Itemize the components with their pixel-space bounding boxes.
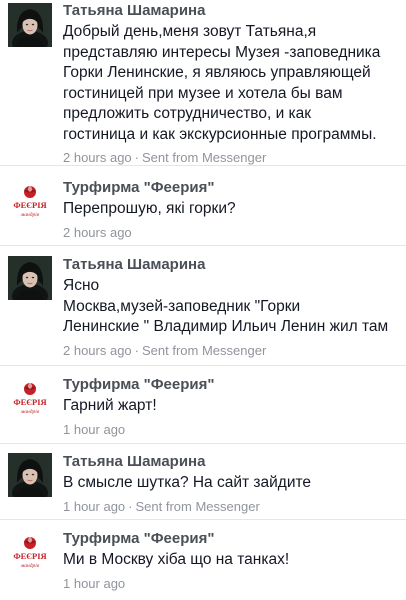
- message-meta: 1 hour ago · Sent from Messenger: [63, 499, 400, 515]
- timestamp[interactable]: 1 hour ago: [63, 422, 125, 437]
- sender-avatar[interactable]: ФЕЄРІЯ мандрів: [8, 378, 52, 422]
- message-line: гостиницей при музее и хотела бы вам: [63, 84, 343, 102]
- timestamp[interactable]: 2 hours ago: [63, 225, 132, 240]
- feeria-logo-icon: ФЕЄРІЯ мандрів: [8, 181, 52, 225]
- timestamp[interactable]: 1 hour ago: [63, 576, 125, 591]
- sent-source: Sent from Messenger: [142, 342, 267, 358]
- sender-avatar[interactable]: [8, 3, 52, 47]
- logo-subtext: мандрів: [20, 408, 40, 415]
- message-line: гостиница и как экскурсионные программы.: [63, 125, 377, 143]
- message-item: Татьяна Шамарина В смысле шутка? На сайт…: [0, 444, 406, 520]
- message-line: Перепрошую, які горки?: [63, 200, 236, 217]
- timestamp[interactable]: 2 hours ago: [63, 343, 132, 358]
- sender-name[interactable]: Турфирма "Феерия": [63, 179, 400, 197]
- message-text: Добрый день,меня зовут Татьяна,я предста…: [63, 22, 400, 145]
- sender-avatar[interactable]: ФЕЄРІЯ мандрів: [8, 181, 52, 225]
- message-text: Ясно Москва,музей-заповедник "Горки Лени…: [63, 276, 400, 338]
- message-text: Гарний жарт!: [63, 396, 400, 417]
- timestamp[interactable]: 1 hour ago: [63, 499, 125, 514]
- logo-text: ФЕЄРІЯ: [13, 200, 46, 210]
- message-meta: 1 hour ago: [63, 422, 400, 438]
- timestamp[interactable]: 2 hours ago: [63, 150, 132, 165]
- message-thread: Татьяна Шамарина Добрый день,меня зовут …: [0, 0, 406, 600]
- woman-avatar-icon: [8, 256, 52, 300]
- message-item: Татьяна Шамарина Ясно Москва,музей-запов…: [0, 246, 406, 366]
- message-text: В смысле шутка? На сайт зайдите: [63, 473, 400, 494]
- message-text: Перепрошую, які горки?: [63, 199, 400, 220]
- message-line: представляю интересы Музея -заповедника: [63, 43, 381, 61]
- sender-avatar[interactable]: ФЕЄРІЯ мандрів: [8, 532, 52, 576]
- message-text: Ми в Москву хіба що на танках!: [63, 550, 400, 571]
- message-line: Гарний жарт!: [63, 397, 157, 414]
- sender-avatar[interactable]: [8, 256, 52, 300]
- message-meta: 2 hours ago · Sent from Messenger: [63, 150, 400, 166]
- sender-name[interactable]: Татьяна Шамарина: [63, 453, 400, 471]
- woman-avatar-icon: [8, 453, 52, 497]
- message-item: ФЕЄРІЯ мандрів Турфирма "Феерия" Ми в Мо…: [0, 520, 406, 600]
- message-line: Ленинские " Владимир Ильич Ленин жил там: [63, 318, 389, 335]
- separator: ·: [128, 498, 133, 514]
- message-line: Добрый день,меня зовут Татьяна,я: [63, 23, 317, 40]
- logo-subtext: мандрів: [20, 211, 40, 218]
- woman-avatar-icon: [8, 3, 52, 47]
- sender-name[interactable]: Татьяна Шамарина: [63, 2, 400, 20]
- message-line: Москва,музей-заповедник "Горки: [63, 297, 301, 315]
- sender-name[interactable]: Турфирма "Феерия": [63, 376, 400, 394]
- separator: ·: [134, 342, 140, 358]
- separator: ·: [134, 150, 140, 165]
- sent-source: Sent from Messenger: [142, 150, 267, 165]
- sender-name[interactable]: Турфирма "Феерия": [63, 530, 400, 548]
- feeria-logo-icon: ФЕЄРІЯ мандрів: [8, 532, 52, 576]
- logo-subtext: мандрів: [20, 562, 40, 569]
- sender-name[interactable]: Татьяна Шамарина: [63, 256, 400, 274]
- logo-text: ФЕЄРІЯ: [13, 551, 46, 561]
- message-meta: 2 hours ago · Sent from Messenger: [63, 343, 400, 359]
- feeria-logo-icon: ФЕЄРІЯ мандрів: [8, 378, 52, 422]
- message-meta: 2 hours ago: [63, 225, 400, 241]
- message-item: ФЕЄРІЯ мандрів Турфирма "Феерия" Гарний …: [0, 366, 406, 444]
- message-meta: 1 hour ago: [63, 576, 400, 592]
- message-item: Татьяна Шамарина Добрый день,меня зовут …: [0, 0, 406, 166]
- logo-text: ФЕЄРІЯ: [13, 397, 46, 407]
- message-line: предложить сотрудничество, и как: [63, 105, 312, 122]
- message-line: В смысле шутка? На сайт зайдите: [63, 474, 312, 491]
- message-line: Ми в Москву хіба що на танках!: [63, 551, 290, 568]
- sent-source: Sent from Messenger: [135, 498, 260, 514]
- message-line: Ясно: [63, 277, 100, 294]
- message-item: ФЕЄРІЯ мандрів Турфирма "Феерия" Перепро…: [0, 166, 406, 246]
- sender-avatar[interactable]: [8, 453, 52, 497]
- message-line: Горки Ленинские, я являюсь управляющей: [63, 64, 371, 81]
